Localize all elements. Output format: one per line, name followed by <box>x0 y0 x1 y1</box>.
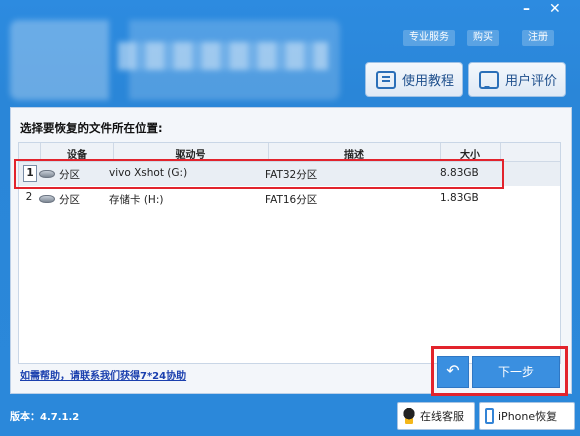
close-icon[interactable]: ✕ <box>549 2 561 16</box>
table-row[interactable]: 2 分区 存储卡 (H:) FAT16分区 1.83GB <box>19 187 560 211</box>
help-link[interactable]: 如需帮助，请联系我们获得7*24协助 <box>20 367 186 382</box>
app-logo-blurred <box>10 20 340 100</box>
qq-icon <box>402 408 416 424</box>
device-cell: 分区 <box>59 194 80 206</box>
version-label: 版本：4.7.1.2 <box>10 412 80 423</box>
comment-icon <box>479 70 499 89</box>
tutorial-label: 使用教程 <box>402 74 455 89</box>
row-number: 2 <box>25 191 33 203</box>
size-cell: 1.83GB <box>440 192 479 204</box>
register-link[interactable]: 注册 <box>522 30 554 46</box>
online-service-label: 在线客服 <box>420 410 464 423</box>
minimize-icon[interactable]: – <box>523 2 530 16</box>
panel-title: 选择要恢复的文件所在位置: <box>20 121 163 135</box>
drive-icon <box>39 195 55 203</box>
drive-cell: 存储卡 (H:) <box>109 194 164 206</box>
pro-service-link[interactable]: 专业服务 <box>403 30 455 46</box>
app-window: – ✕ 专业服务 购买 注册 使用教程 用户评价 选择要恢复的文件所在位置: 设… <box>0 0 580 436</box>
next-button[interactable]: 下一步 <box>472 356 560 388</box>
back-arrow-icon: ↶ <box>446 361 460 380</box>
iphone-recovery-button[interactable]: iPhone恢复 <box>479 402 575 430</box>
description-cell: FAT16分区 <box>265 194 318 206</box>
buy-link[interactable]: 购买 <box>467 30 499 46</box>
phone-icon <box>485 408 494 424</box>
user-review-label: 用户评价 <box>505 74 558 89</box>
book-icon <box>376 70 396 89</box>
back-button[interactable]: ↶ <box>437 356 469 388</box>
online-service-button[interactable]: 在线客服 <box>397 402 475 430</box>
iphone-recovery-label: iPhone恢复 <box>498 410 558 423</box>
tutorial-button[interactable]: 使用教程 <box>365 62 463 97</box>
user-review-button[interactable]: 用户评价 <box>468 62 566 97</box>
selection-highlight <box>14 159 504 189</box>
